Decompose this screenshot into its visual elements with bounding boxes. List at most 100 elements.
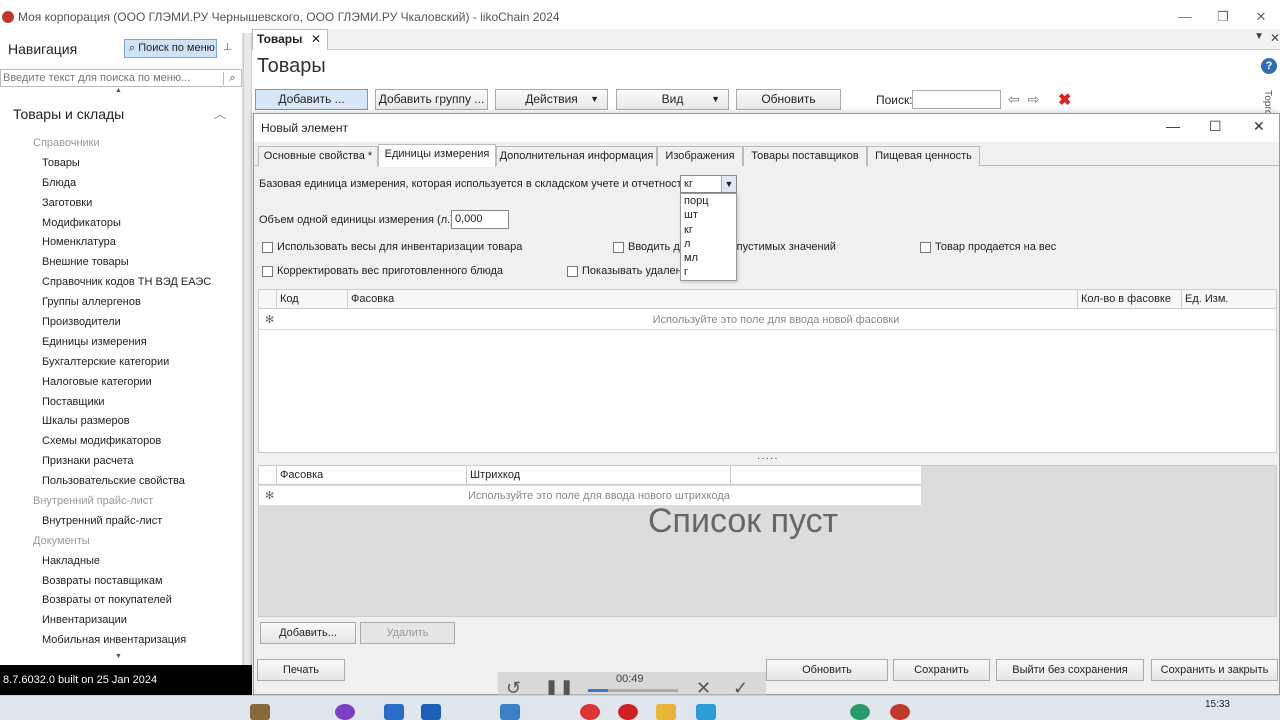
base-unit-select[interactable]: кг ▼ <box>680 175 737 193</box>
nav-splitter[interactable] <box>243 33 252 665</box>
tab-main-properties[interactable]: Основные свойства * <box>258 146 378 166</box>
taskbar-app-icon[interactable] <box>850 704 870 720</box>
scroll-down-icon[interactable]: ▼ <box>115 653 122 660</box>
nav-item[interactable]: Номенклатура <box>0 233 242 253</box>
nav-section-goods-warehouses[interactable]: Товары и склады ︿ <box>0 102 242 126</box>
unit-option[interactable]: шт <box>681 208 736 222</box>
nav-item[interactable]: Внутренний прайс-лист <box>0 512 242 532</box>
grid-splitter[interactable]: ····· <box>757 453 779 464</box>
taskbar-app-icon[interactable] <box>250 704 270 720</box>
scroll-up-icon[interactable]: ▲ <box>115 87 122 94</box>
search-icon[interactable]: ⌕ <box>223 71 241 85</box>
nav-item[interactable]: Справочник кодов ТН ВЭД ЕАЭС <box>0 273 242 293</box>
add-barcode-button[interactable]: Добавить... <box>260 622 356 644</box>
column-barcode[interactable]: Штрихкод <box>466 466 730 485</box>
prev-next-arrow-icons[interactable]: ⇦⇨ <box>1008 91 1047 108</box>
taskbar-app-icon[interactable] <box>656 704 676 720</box>
nav-item[interactable]: Блюда <box>0 174 242 194</box>
add-button[interactable]: Добавить ... <box>255 89 368 110</box>
nav-item[interactable]: Налоговые категории <box>0 373 242 393</box>
dialog-maximize-icon[interactable]: ☐ <box>1209 118 1222 135</box>
unit-option[interactable]: кг <box>681 223 736 237</box>
taskbar-app-icon[interactable] <box>421 704 441 720</box>
print-button[interactable]: Печать <box>257 659 345 681</box>
dialog-close-icon[interactable]: ✕ <box>1253 118 1265 135</box>
volume-input[interactable]: 0,000 <box>451 210 509 229</box>
nav-item[interactable]: Инвентаризации <box>0 611 242 631</box>
actions-button[interactable]: Действия ▼ <box>495 89 608 110</box>
exit-without-saving-button[interactable]: Выйти без сохранения <box>996 659 1144 681</box>
nav-item[interactable]: Бухгалтерские категории <box>0 353 242 373</box>
column-code[interactable]: Код <box>276 290 347 309</box>
adjust-weight-checkbox[interactable]: Корректировать вес приготовленного блюда <box>262 265 503 277</box>
help-icon[interactable]: ? <box>1261 58 1277 74</box>
tab-goods-label: Товары <box>257 32 303 46</box>
menu-search-button[interactable]: ⌕ Поиск по меню <box>124 39 217 58</box>
unit-option[interactable]: л <box>681 237 736 251</box>
video-progress[interactable] <box>588 689 678 692</box>
column-packaging[interactable]: Фасовка <box>347 290 1077 309</box>
nav-item[interactable]: Накладные <box>0 552 242 572</box>
sold-by-weight-checkbox[interactable]: Товар продается на вес <box>920 241 1056 253</box>
column-barcode-packaging[interactable]: Фасовка <box>276 466 466 485</box>
nav-item[interactable]: Производители <box>0 313 242 333</box>
nav-item[interactable]: Признаки расчета <box>0 452 242 472</box>
packaging-new-row[interactable]: ✻ Используйте это поле для ввода новой ф… <box>259 310 1276 330</box>
tab-list-dropdown-icon[interactable]: ▼ <box>1254 31 1264 42</box>
refresh-button[interactable]: Обновить <box>736 89 841 110</box>
nav-item[interactable]: Заготовки <box>0 194 242 214</box>
save-and-close-button[interactable]: Сохранить и закрыть <box>1151 659 1278 681</box>
unit-option[interactable]: порц <box>681 194 736 208</box>
tab-close-icon[interactable]: ✕ <box>311 30 321 49</box>
view-button[interactable]: Вид ▼ <box>616 89 729 110</box>
use-scales-checkbox[interactable]: Использовать весы для инвентаризации тов… <box>262 241 522 253</box>
nav-item[interactable]: Группы аллергенов <box>0 293 242 313</box>
nav-item[interactable]: Возвраты от покупателей <box>0 591 242 611</box>
unit-option[interactable]: г <box>681 265 736 279</box>
dialog-minimize-icon[interactable]: — <box>1166 118 1180 134</box>
nav-item[interactable]: Внешние товары <box>0 253 242 273</box>
checkbox-box[interactable] <box>567 265 578 277</box>
tab-images[interactable]: Изображения <box>657 146 743 166</box>
checkbox-box[interactable] <box>262 265 273 277</box>
pin-icon[interactable]: ⊥ <box>223 42 232 53</box>
chevron-down-icon[interactable]: ▼ <box>721 176 736 192</box>
nav-item[interactable]: Единицы измерения <box>0 333 242 353</box>
checkbox-box[interactable] <box>920 241 931 253</box>
nav-item[interactable]: Схемы модификаторов <box>0 432 242 452</box>
checkbox-box[interactable] <box>613 241 624 253</box>
nav-item[interactable]: Возвраты поставщикам <box>0 572 242 592</box>
taskbar-app-icon[interactable] <box>335 704 355 720</box>
column-unit[interactable]: Ед. Изм. <box>1181 290 1276 309</box>
tab-supplier-goods[interactable]: Товары поставщиков <box>743 146 867 166</box>
nav-item[interactable]: Товары <box>0 154 242 174</box>
nav-item[interactable]: Модификаторы <box>0 214 242 234</box>
checkbox-box[interactable] <box>262 241 273 253</box>
taskbar-app-icon[interactable] <box>696 704 716 720</box>
nav-item[interactable]: Пользовательские свойства <box>0 472 242 492</box>
tab-units[interactable]: Единицы измерения <box>378 144 496 167</box>
side-panel-label[interactable]: Торго <box>1262 90 1273 115</box>
taskbar-app-icon[interactable] <box>890 704 910 720</box>
goods-search-input[interactable] <box>912 90 1001 109</box>
save-button[interactable]: Сохранить <box>893 659 990 681</box>
menu-search-input[interactable] <box>1 72 223 84</box>
nav-item[interactable]: Поставщики <box>0 393 242 413</box>
refresh-dialog-button[interactable]: Обновить <box>766 659 888 681</box>
tab-additional-info[interactable]: Дополнительная информация <box>496 146 657 166</box>
tab-nutrition[interactable]: Пищевая ценность <box>867 146 980 166</box>
tabstrip-close-icon[interactable]: ✕ <box>1270 31 1280 45</box>
tab-goods[interactable]: Товары ✕ <box>252 29 328 50</box>
taskbar-app-icon[interactable] <box>618 704 638 720</box>
clear-search-icon[interactable]: ✖ <box>1058 90 1071 110</box>
delete-button[interactable]: Удалить <box>360 622 455 644</box>
taskbar-app-icon[interactable] <box>384 704 404 720</box>
chevron-up-icon[interactable]: ︿ <box>214 105 226 122</box>
taskbar-app-icon[interactable] <box>500 704 520 720</box>
column-qty-in-pack[interactable]: Кол-во в фасовке <box>1077 290 1181 309</box>
nav-item[interactable]: Мобильная инвентаризация <box>0 631 242 651</box>
taskbar-app-icon[interactable] <box>580 704 600 720</box>
unit-option[interactable]: мл <box>681 251 736 265</box>
nav-item[interactable]: Шкалы размеров <box>0 412 242 432</box>
add-group-button[interactable]: Добавить группу ... <box>375 89 488 110</box>
